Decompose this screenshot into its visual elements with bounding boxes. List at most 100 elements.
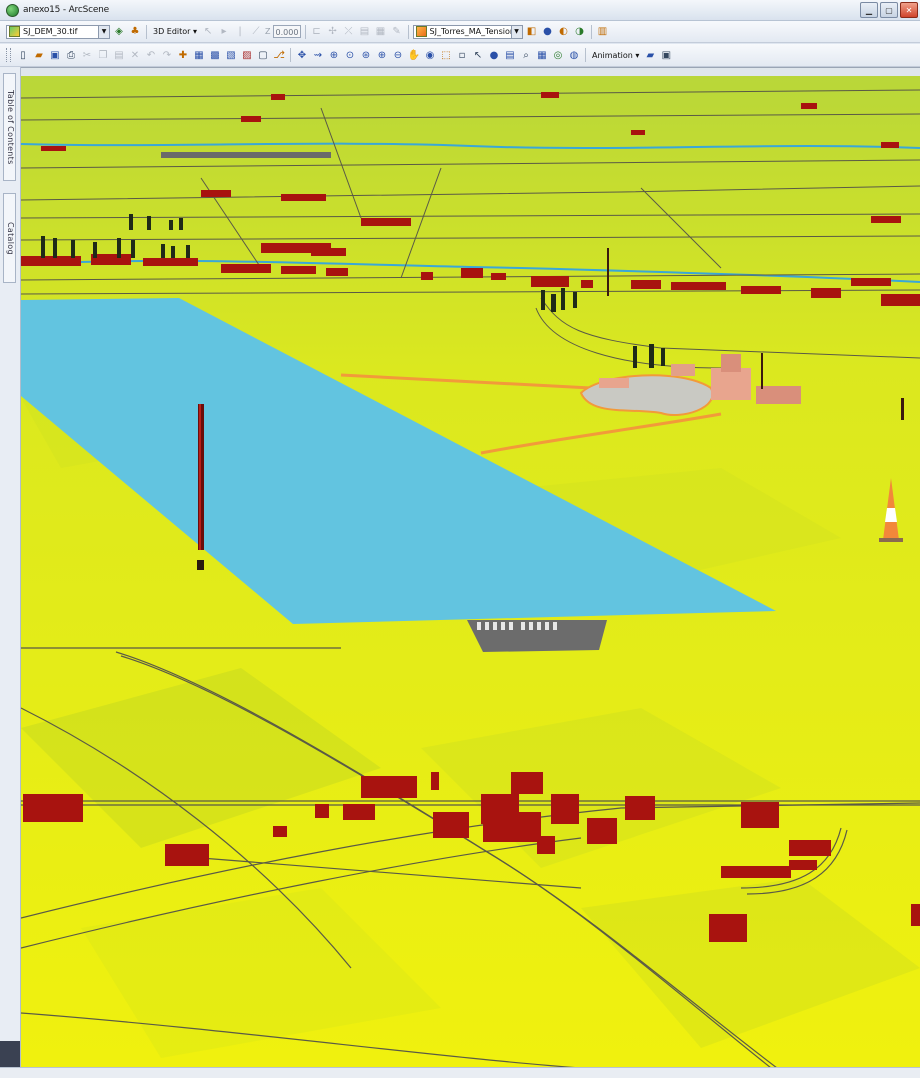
- scene-canvas[interactable]: [21, 68, 920, 1068]
- interpolate-point-icon[interactable]: ●: [541, 25, 555, 39]
- close-icon: ✕: [905, 5, 913, 15]
- scene-properties-icon[interactable]: ⎇: [272, 48, 286, 62]
- target-layer-value: SJ_Torres_MA_Tension: [429, 27, 515, 36]
- toolbar-grip[interactable]: [6, 48, 11, 62]
- copy-icon[interactable]: ❐: [96, 48, 110, 62]
- layer-select-value: SJ_DEM_30.tif: [23, 27, 78, 36]
- docked-side-panel: Table of Contents Catalog: [0, 67, 21, 1077]
- identify-layer-icon[interactable]: ♣: [128, 25, 142, 39]
- maximize-icon: ▢: [885, 5, 893, 15]
- minimize-button[interactable]: ▁: [860, 2, 878, 18]
- catalog-tab[interactable]: Catalog: [3, 193, 16, 283]
- capture-view-icon[interactable]: ▰: [643, 48, 657, 62]
- create-features-icon[interactable]: ✎: [390, 25, 404, 39]
- new-document-icon[interactable]: ▯: [16, 48, 30, 62]
- 3d-editor-label: 3D Editor: [153, 27, 191, 36]
- z-value-input[interactable]: 0.000: [272, 25, 301, 38]
- paste-icon[interactable]: ▤: [112, 48, 126, 62]
- results-window-icon[interactable]: ▢: [256, 48, 270, 62]
- find-icon[interactable]: ⌕: [519, 48, 533, 62]
- set-observer-icon[interactable]: ⊛: [359, 48, 373, 62]
- distant-runway: [161, 152, 331, 158]
- toolbar-separator: [585, 48, 586, 62]
- undo-icon[interactable]: ↶: [144, 48, 158, 62]
- measure-icon[interactable]: ▦: [535, 48, 549, 62]
- swipe-layer-icon[interactable]: ◈: [112, 25, 126, 39]
- toolbar-separator: [290, 48, 291, 62]
- zoom-out-icon[interactable]: ⊖: [391, 48, 405, 62]
- table-of-contents-tab[interactable]: Table of Contents: [3, 73, 16, 181]
- minimize-icon: ▁: [865, 5, 873, 15]
- sketch-properties-icon[interactable]: ▦: [374, 25, 388, 39]
- horizon-sky: [21, 68, 920, 76]
- transmission-tower: [197, 404, 204, 570]
- steepest-path-icon[interactable]: ◑: [573, 25, 587, 39]
- 3d-editor-menu[interactable]: 3D Editor ▾: [151, 27, 199, 36]
- z-label: Z: [265, 27, 271, 36]
- toolbar-row-1: SJ_DEM_30.tif ▼ ◈ ♣ 3D Editor ▾ ↖ ▸ | ⟋ …: [0, 21, 920, 43]
- window-title-bar: anexo15 - ArcScene ▁ ▢ ✕: [0, 0, 920, 21]
- runway: [467, 620, 607, 652]
- window-controls: ▁ ▢ ✕: [860, 2, 918, 18]
- status-bar: [0, 1067, 920, 1078]
- target-center-icon[interactable]: ⊕: [327, 48, 341, 62]
- print-icon[interactable]: ⎙: [64, 48, 78, 62]
- chevron-down-icon: ▼: [98, 25, 109, 38]
- window-title: anexo15 - ArcScene: [23, 5, 110, 15]
- model-builder-icon[interactable]: ▨: [240, 48, 254, 62]
- cut-icon[interactable]: ✂: [80, 48, 94, 62]
- delete-icon[interactable]: ✕: [128, 48, 142, 62]
- interpolate-line-icon[interactable]: ◐: [557, 25, 571, 39]
- point-layer-icon: [415, 26, 427, 37]
- toolbar-separator: [146, 24, 147, 39]
- attributes-icon[interactable]: ▤: [358, 25, 372, 39]
- animation-menu[interactable]: Animation ▾: [590, 51, 641, 60]
- distant-tower: [607, 248, 609, 296]
- go-to-xy-icon[interactable]: ◎: [551, 48, 565, 62]
- rotate-tool-icon[interactable]: ⤫: [342, 25, 356, 39]
- identify-icon[interactable]: ●: [487, 48, 501, 62]
- maximize-button[interactable]: ▢: [880, 2, 898, 18]
- straight-segment-icon[interactable]: |: [233, 25, 247, 39]
- zoom-in-icon[interactable]: ⊕: [375, 48, 389, 62]
- pan-icon[interactable]: ✋: [407, 48, 421, 62]
- chevron-down-icon: ▼: [510, 25, 522, 38]
- edit-tool-icon[interactable]: ↖: [201, 25, 215, 39]
- move-tool-icon[interactable]: ✢: [326, 25, 340, 39]
- toolbar-separator: [590, 24, 592, 39]
- navigate-tool-icon[interactable]: ✥: [295, 48, 309, 62]
- close-button[interactable]: ✕: [900, 2, 918, 18]
- distant-tower: [901, 398, 904, 420]
- fly-tool-icon[interactable]: ⇝: [311, 48, 325, 62]
- arcscene-globe-icon: [6, 3, 19, 17]
- raster-layer-icon: [9, 26, 20, 37]
- globe-view-icon[interactable]: ◍: [567, 48, 581, 62]
- toolbar-row-2: ▯ ▰ ▣ ⎙ ✂ ❐ ▤ ✕ ↶ ↷ ✚ ▦ ▩ ▧ ▨ ▢ ⎇ ✥ ⇝ ⊕ …: [0, 44, 920, 67]
- target-layer-select[interactable]: SJ_Torres_MA_Tension ▼: [412, 24, 523, 39]
- toolbar-separator: [407, 24, 409, 39]
- html-popup-icon[interactable]: ▤: [503, 48, 517, 62]
- extrude-tool-icon[interactable]: ◧: [525, 25, 539, 39]
- open-folder-icon[interactable]: ▰: [32, 48, 46, 62]
- redo-icon[interactable]: ↷: [160, 48, 174, 62]
- select-features-icon[interactable]: ⬚: [439, 48, 453, 62]
- distant-tower: [761, 353, 763, 389]
- add-data-icon[interactable]: ✚: [176, 48, 190, 62]
- trace-tool-icon[interactable]: ⟋: [249, 25, 263, 39]
- animation-controls-icon[interactable]: ▣: [659, 48, 673, 62]
- clear-selection-icon[interactable]: ▫: [455, 48, 469, 62]
- profile-graph-icon[interactable]: ▥: [596, 25, 610, 39]
- toolbar-separator: [304, 24, 306, 39]
- scene-viewport[interactable]: [21, 67, 920, 1068]
- zoom-to-target-icon[interactable]: ⊙: [343, 48, 357, 62]
- save-icon[interactable]: ▣: [48, 48, 62, 62]
- sketch-tool-icon[interactable]: ▸: [217, 25, 231, 39]
- layer-select[interactable]: SJ_DEM_30.tif ▼: [6, 24, 110, 39]
- select-elements-icon[interactable]: ↖: [471, 48, 485, 62]
- catalog-window-icon[interactable]: ▦: [192, 48, 206, 62]
- python-window-icon[interactable]: ▧: [224, 48, 238, 62]
- arctoolbox-icon[interactable]: ▩: [208, 48, 222, 62]
- full-extent-icon[interactable]: ◉: [423, 48, 437, 62]
- split-tool-icon[interactable]: ⊏: [310, 25, 324, 39]
- animation-menu-label: Animation: [592, 50, 633, 60]
